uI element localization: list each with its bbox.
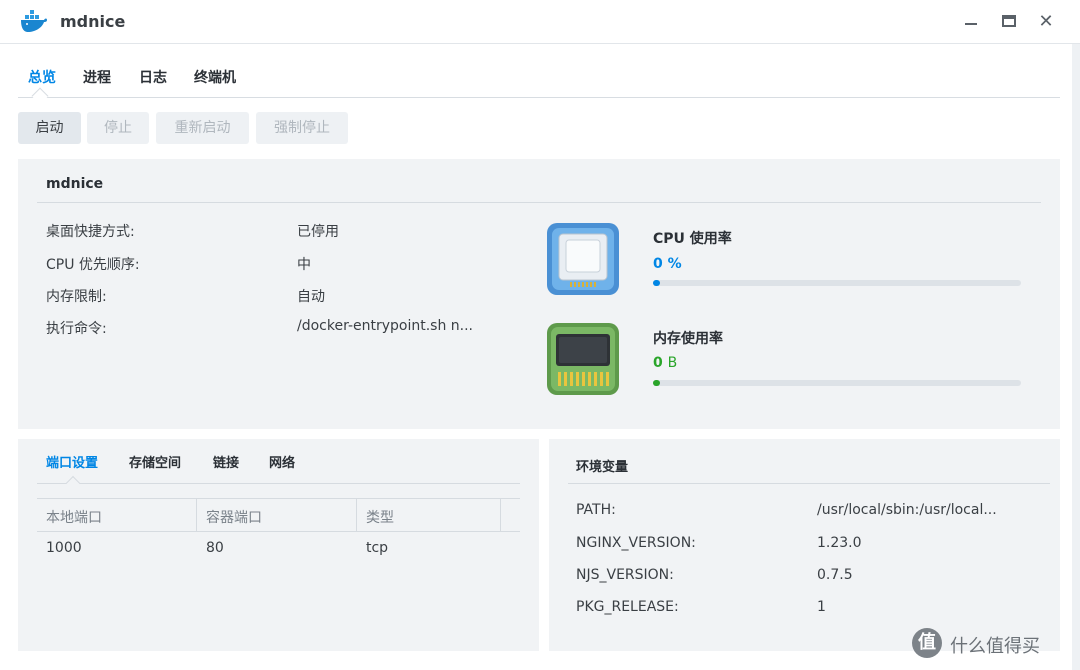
subtab-port-settings[interactable]: 端口设置 [46, 452, 98, 471]
cpu-priority-label: CPU 优先顺序: [46, 257, 140, 273]
memory-usage-title: 内存使用率 [653, 331, 723, 347]
cpu-usage-bar-fill [653, 280, 661, 286]
env-key-path: PATH: [576, 502, 616, 518]
force-stop-button[interactable]: 强制停止 [256, 112, 348, 144]
window-edge [1072, 44, 1080, 670]
memory-limit-label: 内存限制: [46, 289, 107, 305]
env-value-njs-version: 0.7.5 [817, 567, 853, 583]
tab-processes[interactable]: 进程 [83, 67, 111, 87]
memory-usage-value: 0 B [653, 355, 678, 371]
docker-whale-icon [21, 10, 47, 32]
table-top-line [37, 498, 520, 499]
tab-logs[interactable]: 日志 [139, 67, 167, 87]
container-name: mdnice [46, 176, 104, 192]
env-divider [568, 483, 1050, 484]
overview-panel [18, 159, 1060, 429]
cpu-usage-bar [653, 280, 1021, 286]
table-header-line [37, 531, 520, 532]
container-port-cell: 80 [206, 540, 224, 556]
column-separator[interactable] [500, 498, 501, 531]
title-bar: mdnice ✕ [0, 0, 1080, 44]
env-key-nginx-version: NGINX_VERSION: [576, 535, 696, 551]
cpu-priority-value: 中 [297, 257, 311, 273]
env-value-path: /usr/local/sbin:/usr/local... [817, 502, 997, 518]
tab-overview[interactable]: 总览 [28, 67, 56, 87]
env-value-nginx-version: 1.23.0 [817, 535, 862, 551]
column-separator[interactable] [196, 498, 197, 531]
desktop-shortcut-value: 已停用 [297, 224, 339, 240]
subtab-storage[interactable]: 存储空间 [129, 452, 181, 471]
stop-button[interactable]: 停止 [87, 112, 149, 144]
memory-usage-bar-fill [653, 380, 661, 386]
watermark-text: 什么值得买 [950, 636, 1040, 657]
subtab-network[interactable]: 网络 [269, 452, 295, 471]
column-header-type[interactable]: 类型 [366, 507, 394, 527]
column-header-container-port[interactable]: 容器端口 [206, 507, 262, 527]
type-cell: tcp [366, 540, 389, 556]
restart-button[interactable]: 重新启动 [156, 112, 249, 144]
env-value-pkg-release: 1 [817, 599, 826, 615]
memory-limit-value: 自动 [297, 289, 325, 305]
maximize-icon[interactable] [999, 12, 1019, 32]
start-button[interactable]: 启动 [18, 112, 81, 144]
local-port-cell: 1000 [46, 540, 82, 556]
desktop-shortcut-label: 桌面快捷方式: [46, 224, 135, 240]
tab-terminal[interactable]: 终端机 [194, 67, 236, 87]
command-label: 执行命令: [46, 321, 107, 337]
cpu-chip-icon [547, 223, 619, 295]
minimize-icon[interactable] [961, 12, 981, 32]
memory-usage-bar [653, 380, 1021, 386]
subtab-links[interactable]: 链接 [213, 452, 239, 471]
command-value: /docker-entrypoint.sh n... [297, 318, 474, 334]
close-icon[interactable]: ✕ [1036, 12, 1056, 32]
watermark-logo: 值 [912, 628, 942, 658]
column-separator[interactable] [356, 498, 357, 531]
divider [37, 202, 1041, 203]
memory-module-icon [547, 323, 619, 395]
cpu-usage-title: CPU 使用率 [653, 231, 732, 247]
active-tab-indicator [31, 87, 49, 105]
env-key-pkg-release: PKG_RELEASE: [576, 599, 679, 615]
subtab-divider [37, 483, 520, 484]
window-title: mdnice [60, 12, 126, 31]
env-key-njs-version: NJS_VERSION: [576, 567, 674, 583]
cpu-usage-value: 0 % [653, 256, 682, 272]
column-header-local-port[interactable]: 本地端口 [46, 507, 102, 527]
main-tabs: 总览 进程 日志 终端机 [18, 60, 1060, 105]
env-title: 环境变量 [576, 460, 629, 475]
